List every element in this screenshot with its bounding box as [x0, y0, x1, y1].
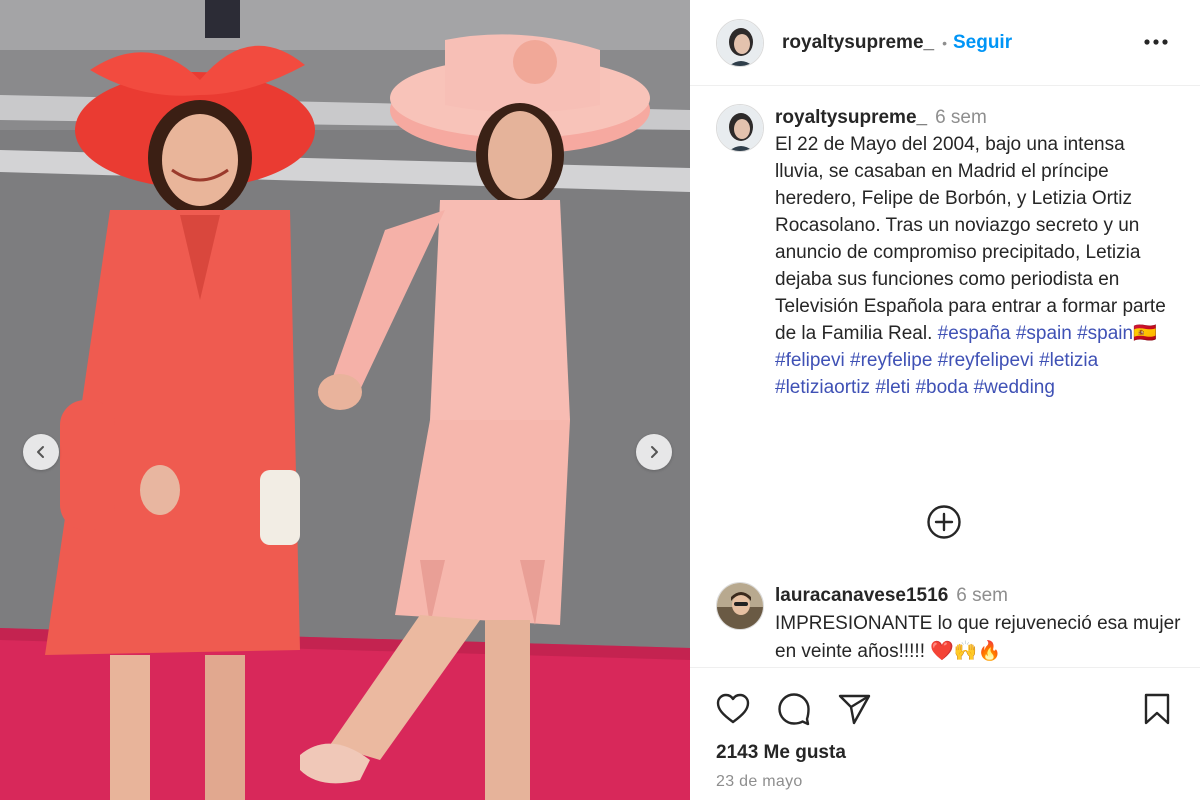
post-date[interactable]: 23 de mayo — [716, 773, 803, 791]
heart-icon — [716, 693, 750, 724]
previous-image-button[interactable] — [23, 434, 59, 470]
hashtag[interactable]: #reyfelipevi — [938, 350, 1034, 371]
post-header: royaltysupreme_ • Seguir — [690, 0, 1200, 86]
hashtag[interactable]: #spain — [1016, 323, 1072, 344]
post-image[interactable] — [0, 0, 690, 800]
separator-dot: • — [942, 34, 947, 51]
hashtag[interactable]: #boda — [915, 377, 968, 398]
follow-button[interactable]: Seguir — [953, 32, 1012, 54]
chevron-left-icon — [37, 446, 44, 458]
comment-button[interactable] — [775, 690, 813, 728]
hashtag[interactable]: #felipevi — [775, 350, 845, 371]
chevron-right-icon — [651, 446, 658, 458]
more-options-button[interactable] — [1142, 28, 1170, 56]
caption-body: royaltysupreme_ 6 sem El 22 de Mayo del 2… — [775, 104, 1185, 401]
post-panel: royaltysupreme_ • Seguir royaltysupreme_… — [690, 0, 1200, 800]
load-more-comments-button[interactable] — [926, 504, 962, 540]
hashtag[interactable]: #wedding — [974, 377, 1055, 398]
caption-username[interactable]: royaltysupreme_ — [775, 107, 927, 128]
wedding-photo — [0, 0, 690, 800]
caption-text: El 22 de Mayo del 2004, bajo una intensa… — [775, 134, 1166, 344]
caption-time[interactable]: 6 sem — [935, 107, 987, 128]
save-button[interactable] — [1138, 690, 1176, 728]
hashtag[interactable]: #letiziaortiz — [775, 377, 870, 398]
comment-username[interactable]: lauracanavese1516 — [775, 585, 948, 606]
share-button[interactable] — [836, 690, 874, 728]
avatar-image — [717, 583, 763, 629]
avatar-image — [717, 105, 763, 151]
more-horizontal-icon — [1144, 39, 1168, 45]
hashtag[interactable]: #letizia — [1039, 350, 1098, 371]
comment-time[interactable]: 6 sem — [956, 585, 1008, 606]
comment-item: lauracanavese1516 6 sem IMPRESIONANTE lo … — [716, 582, 1186, 662]
caption-author-avatar[interactable] — [716, 104, 764, 152]
commenter-avatar[interactable] — [716, 582, 764, 630]
comment-body: lauracanavese1516 6 sem IMPRESIONANTE lo … — [775, 582, 1185, 666]
likes-count[interactable]: 2143 Me gusta — [716, 742, 846, 764]
share-icon — [838, 694, 871, 725]
plus-circle-icon — [927, 505, 961, 539]
hashtag[interactable]: #españa — [938, 323, 1011, 344]
hashtag[interactable]: #spain🇪🇸 — [1077, 323, 1157, 344]
comment-icon — [778, 693, 810, 726]
hashtag[interactable]: #leti — [875, 377, 910, 398]
author-username[interactable]: royaltysupreme_ — [782, 32, 934, 54]
avatar-image — [717, 19, 763, 66]
like-button[interactable] — [714, 690, 752, 728]
bookmark-icon — [1144, 693, 1170, 725]
hashtag[interactable]: #reyfelipe — [850, 350, 932, 371]
author-avatar[interactable] — [716, 18, 764, 67]
comment-text: IMPRESIONANTE lo que rejuveneció esa muj… — [775, 613, 1181, 662]
next-image-button[interactable] — [636, 434, 672, 470]
post-actions: 2143 Me gusta 23 de mayo — [690, 667, 1200, 800]
